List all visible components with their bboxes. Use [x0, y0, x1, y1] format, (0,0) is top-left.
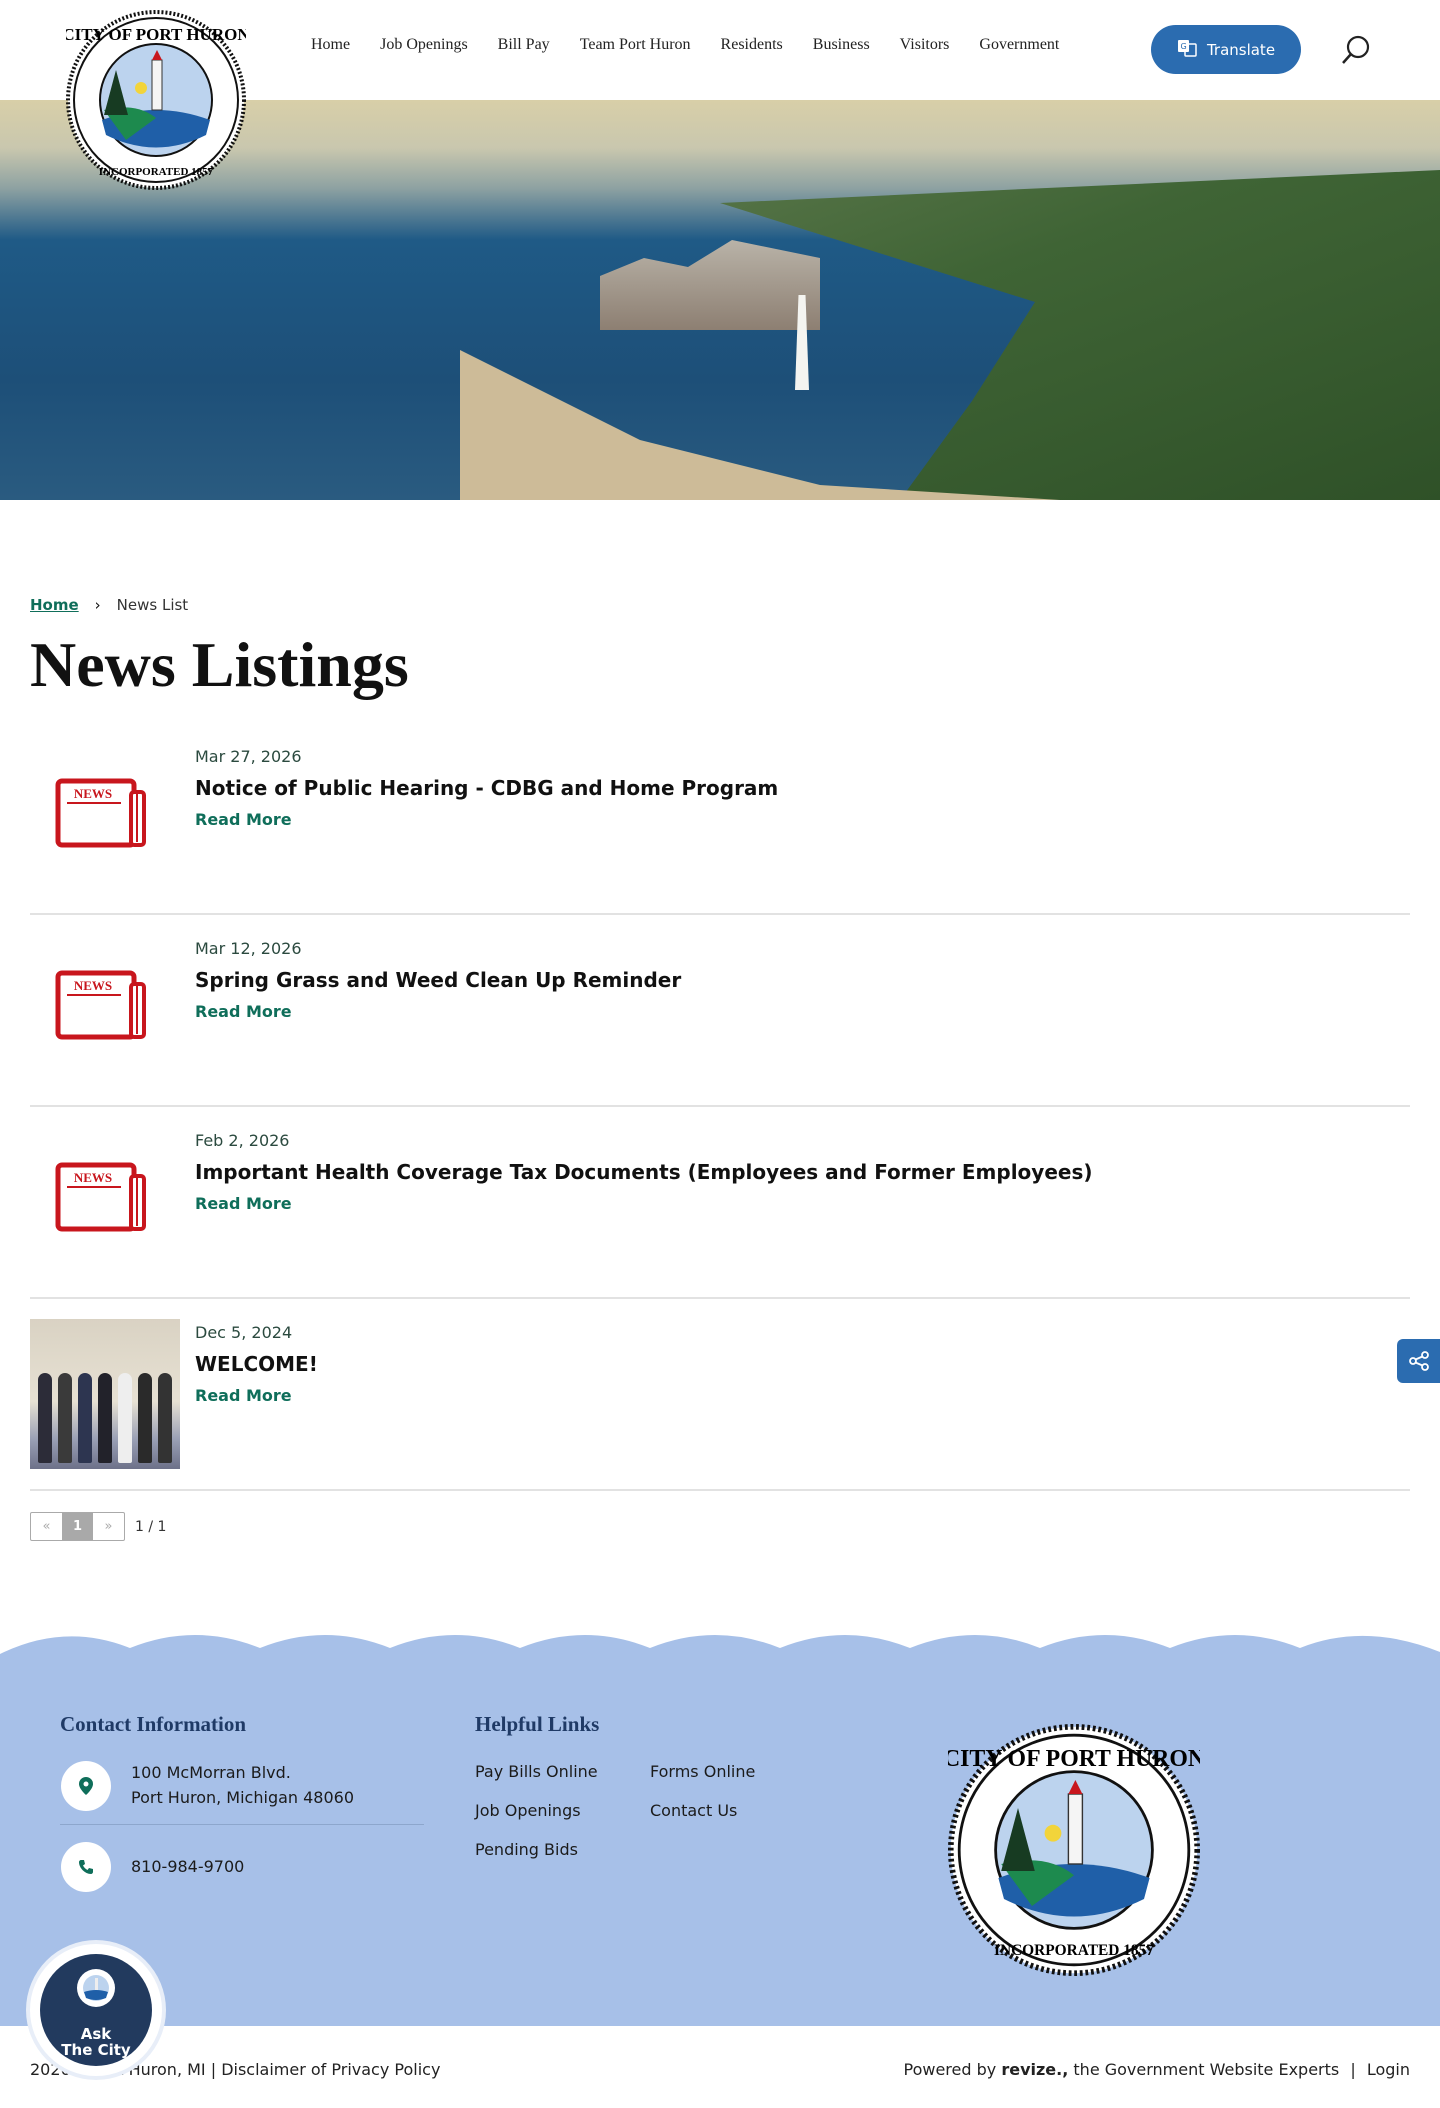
- news-title[interactable]: WELCOME!: [195, 1352, 318, 1376]
- ask-line-1: Ask: [80, 2025, 112, 2043]
- address: 100 McMorran Blvd. Port Huron, Michigan 4…: [131, 1760, 354, 1810]
- svg-text:CITY OF PORT HURON: CITY OF PORT HURON: [66, 25, 246, 44]
- news-icon[interactable]: NEWS: [55, 778, 147, 848]
- page-summary: 1 / 1: [135, 1518, 167, 1535]
- seal-icon: [77, 1969, 115, 2007]
- news-item: NEWS Feb 2, 2026 Important Health Covera…: [30, 1107, 1410, 1299]
- link-forms-online[interactable]: Forms Online: [650, 1762, 755, 1781]
- group-photo-thumbnail[interactable]: [30, 1319, 180, 1469]
- nav-job-openings[interactable]: Job Openings: [365, 36, 483, 54]
- news-item: NEWS Mar 12, 2026 Spring Grass and Weed …: [30, 915, 1410, 1107]
- phone-icon: [61, 1842, 111, 1892]
- news-item: Dec 5, 2024 WELCOME! Read More: [30, 1299, 1410, 1491]
- share-icon: [1408, 1351, 1429, 1371]
- svg-text:NEWS: NEWS: [74, 1170, 112, 1185]
- ask-the-city-widget[interactable]: Ask The City: [30, 1944, 162, 2076]
- city-seal-logo[interactable]: CITY OF PORT HURON INCORPORATED 1857: [62, 10, 250, 190]
- map-pin-icon: [61, 1761, 111, 1811]
- nav-residents[interactable]: Residents: [706, 36, 798, 54]
- news-title[interactable]: Notice of Public Hearing - CDBG and Home…: [195, 776, 778, 800]
- link-pay-bills-online[interactable]: Pay Bills Online: [475, 1762, 598, 1781]
- phone-link[interactable]: 810-984-9700: [131, 1854, 244, 1879]
- share-button[interactable]: [1397, 1339, 1440, 1383]
- nav-government[interactable]: Government: [964, 36, 1074, 54]
- login-link[interactable]: Login: [1367, 2060, 1410, 2079]
- site-footer: [0, 1630, 1440, 2026]
- nav-bill-pay[interactable]: Bill Pay: [483, 36, 565, 54]
- link-pending-bids[interactable]: Pending Bids: [475, 1840, 578, 1859]
- separator: |: [1350, 2060, 1356, 2079]
- news-icon[interactable]: NEWS: [55, 1162, 147, 1232]
- news-title[interactable]: Important Health Coverage Tax Documents …: [195, 1160, 1093, 1184]
- link-job-openings[interactable]: Job Openings: [475, 1801, 581, 1820]
- breadcrumb: Home › News List: [30, 596, 188, 614]
- news-date: Dec 5, 2024: [195, 1323, 293, 1342]
- svg-text:CITY OF PORT HURON: CITY OF PORT HURON: [948, 1746, 1200, 1772]
- prev-page-button[interactable]: «: [31, 1513, 62, 1540]
- svg-text:INCORPORATED 1857: INCORPORATED 1857: [99, 166, 214, 178]
- nav-home[interactable]: Home: [296, 36, 365, 54]
- news-title[interactable]: Spring Grass and Weed Clean Up Reminder: [195, 968, 681, 992]
- main-nav: Home Job Openings Bill Pay Team Port Hur…: [296, 36, 1074, 54]
- svg-text:INCORPORATED 1857: INCORPORATED 1857: [994, 1942, 1154, 1959]
- breadcrumb-current: News List: [116, 596, 189, 614]
- news-date: Mar 12, 2026: [195, 939, 302, 958]
- breadcrumb-home[interactable]: Home: [30, 596, 79, 614]
- contact-heading: Contact Information: [60, 1712, 247, 1736]
- nav-business[interactable]: Business: [798, 36, 885, 54]
- search-icon[interactable]: [1340, 34, 1372, 66]
- next-page-button[interactable]: »: [93, 1513, 124, 1540]
- news-date: Mar 27, 2026: [195, 747, 302, 766]
- address-line-1: 100 McMorran Blvd.: [131, 1763, 291, 1782]
- powered-prefix: Powered by: [903, 2060, 1002, 2079]
- news-icon[interactable]: NEWS: [55, 970, 147, 1040]
- address-line-2: Port Huron, Michigan 48060: [131, 1788, 355, 1807]
- hero-buildings: [600, 240, 820, 330]
- svg-text:NEWS: NEWS: [74, 786, 112, 801]
- translate-icon: G: [1177, 38, 1197, 62]
- ask-line-2: The City: [61, 2041, 131, 2059]
- footer-city-seal: CITY OF PORT HURON INCORPORATED 1857: [943, 1724, 1205, 1976]
- nav-team-port-huron[interactable]: Team Port Huron: [565, 36, 706, 54]
- powered-by: Powered by revize., the Government Websi…: [904, 2060, 1411, 2079]
- news-item: NEWS Mar 27, 2026 Notice of Public Heari…: [30, 723, 1410, 915]
- read-more-link[interactable]: Read More: [195, 1194, 292, 1213]
- news-list: NEWS Mar 27, 2026 Notice of Public Heari…: [30, 723, 1410, 1491]
- contact-divider: [60, 1824, 424, 1825]
- read-more-link[interactable]: Read More: [195, 1386, 292, 1405]
- read-more-link[interactable]: Read More: [195, 810, 292, 829]
- powered-suffix: the Government Website Experts: [1068, 2060, 1340, 2079]
- nav-visitors[interactable]: Visitors: [885, 36, 965, 54]
- news-date: Feb 2, 2026: [195, 1131, 290, 1150]
- svg-text:G: G: [1180, 42, 1186, 51]
- translate-label: Translate: [1206, 40, 1276, 59]
- translate-button[interactable]: G Translate: [1151, 25, 1301, 74]
- svg-text:NEWS: NEWS: [74, 978, 112, 993]
- page-title: News Listings: [30, 629, 409, 700]
- helpful-links-heading: Helpful Links: [475, 1712, 600, 1736]
- chevron-right-icon: ›: [94, 596, 101, 614]
- revize-brand[interactable]: revize.,: [1001, 2060, 1068, 2079]
- read-more-link[interactable]: Read More: [195, 1002, 292, 1021]
- pagination: « 1 » 1 / 1: [30, 1512, 166, 1541]
- link-contact-us[interactable]: Contact Us: [650, 1801, 737, 1820]
- page-1-button[interactable]: 1: [62, 1513, 93, 1540]
